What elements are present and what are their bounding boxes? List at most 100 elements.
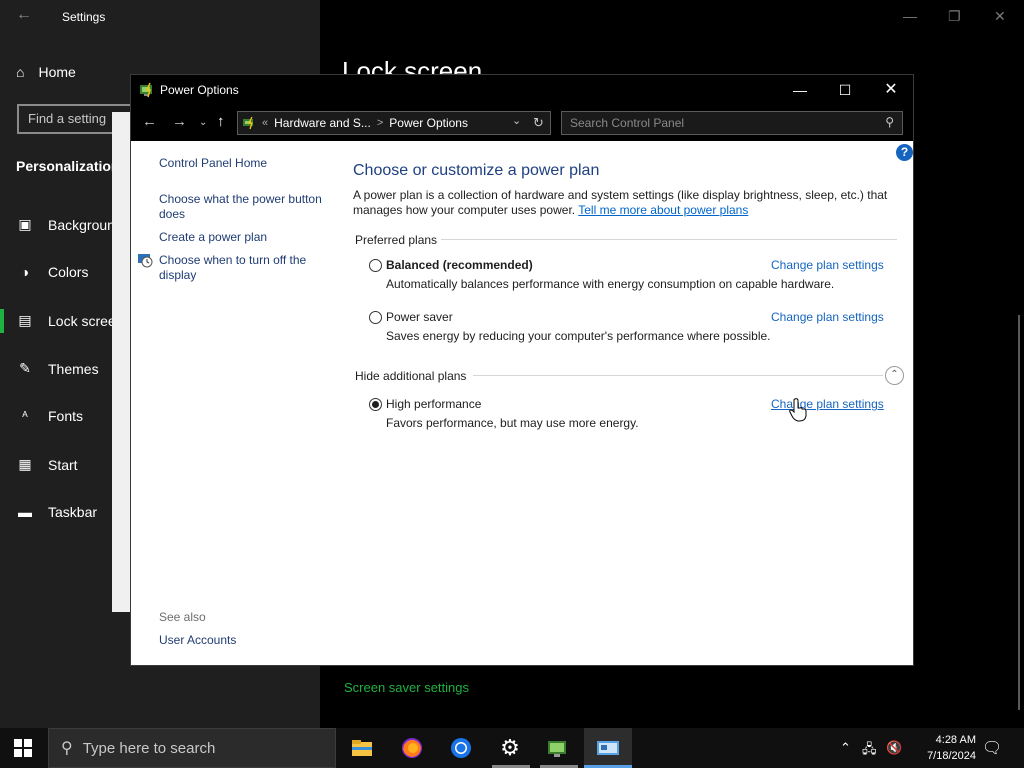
high-performance-plan-name[interactable]: High performance (386, 397, 481, 411)
page-description: A power plan is a collection of hardware… (353, 188, 893, 218)
close-icon[interactable]: ✕ (868, 79, 914, 101)
sidebar-item-start[interactable]: ▦ Start (16, 456, 78, 473)
fonts-icon: ᴬ (22, 409, 28, 423)
sidebar-item-label: Taskbar (48, 504, 98, 520)
network-icon[interactable]: 🖧 (862, 740, 877, 762)
sidebar-item-background[interactable]: ▣ Background (16, 216, 122, 233)
page-heading: Choose or customize a power plan (353, 162, 600, 179)
breadcrumb-overflow[interactable]: « (262, 117, 268, 129)
recent-dropdown-icon[interactable]: ⌄ (199, 117, 207, 128)
taskbar-search-placeholder: Type here to search (82, 739, 216, 757)
chrome-icon[interactable] (449, 736, 473, 760)
clock-date: 7/18/2024 (927, 750, 976, 762)
active-indicator (0, 309, 4, 333)
high-performance-plan-description: Favors performance, but may use more ene… (386, 416, 639, 430)
search-input[interactable]: Search Control Panel ⚲ (561, 111, 903, 135)
themes-icon: ✎ (19, 360, 31, 376)
control-panel-icon[interactable] (546, 736, 570, 760)
preferred-plans-label: Preferred plans (355, 233, 438, 247)
window-title: Power Options (160, 83, 239, 97)
display-timer-icon (138, 254, 153, 268)
power-saver-radio[interactable] (369, 311, 382, 324)
control-panel-home-link[interactable]: Control Panel Home (159, 156, 267, 170)
file-explorer-icon[interactable] (350, 736, 374, 760)
screen-saver-link[interactable]: Screen saver settings (344, 680, 469, 695)
close-icon[interactable]: ✕ (994, 8, 1006, 25)
maximize-icon[interactable]: ☐ (822, 79, 868, 101)
image-icon: ▣ (18, 216, 32, 232)
power-saver-plan-name[interactable]: Power saver (386, 310, 453, 324)
back-arrow-icon[interactable]: ← (142, 113, 157, 130)
hide-additional-plans-label[interactable]: Hide additional plans (355, 369, 466, 383)
address-bar[interactable]: « Hardware and S... > Power Options ⌄ ↻ (237, 111, 551, 135)
notification-icon[interactable]: 🗨 (982, 738, 1002, 758)
sidebar-item-label: Start (48, 456, 78, 473)
sidebar-item-taskbar[interactable]: ▬ Taskbar (16, 504, 97, 520)
category-heading: Personalization (16, 158, 120, 174)
help-icon[interactable]: ? (896, 144, 913, 161)
settings-title: Settings (62, 10, 106, 24)
clock-time: 4:28 AM (935, 734, 976, 746)
power-options-icon[interactable] (596, 736, 620, 760)
chevron-up-icon[interactable]: ⌃ (840, 740, 851, 756)
scrollbar[interactable] (1018, 315, 1020, 710)
sidebar-item-fonts[interactable]: ᴬ Fonts (16, 408, 83, 424)
taskbar: ⚲ Type here to search ⚙ ⌃ 🖧 🔇 4:28 AM 7/… (0, 728, 1024, 768)
windows-start-icon[interactable] (14, 739, 32, 757)
power-options-icon (140, 82, 152, 98)
chevron-down-icon[interactable]: ⌄ (512, 114, 521, 127)
settings-home-item[interactable]: ⌂ Home (16, 64, 76, 80)
user-accounts-link[interactable]: User Accounts (159, 633, 236, 647)
sidebar-item-label: Fonts (48, 408, 84, 424)
balanced-radio[interactable] (369, 259, 382, 272)
create-plan-link[interactable]: Create a power plan (159, 230, 267, 244)
balanced-plan-description: Automatically balances performance with … (386, 277, 835, 291)
sidebar-item-lock-screen[interactable]: ▤ Lock screen (16, 312, 123, 329)
high-performance-radio[interactable] (369, 398, 382, 411)
refresh-icon[interactable]: ↻ (533, 115, 544, 131)
control-panel-icon (243, 116, 253, 130)
hand-cursor-icon (789, 398, 807, 422)
lock-screen-icon: ▤ (18, 312, 32, 328)
breadcrumb-separator[interactable]: > (377, 117, 383, 129)
sidebar-item-themes[interactable]: ✎ Themes (16, 360, 99, 377)
display-off-link[interactable]: Choose when to turn off the display (159, 253, 329, 283)
firefox-icon[interactable] (400, 736, 424, 760)
taskbar-icon: ▬ (18, 504, 32, 520)
learn-more-link[interactable]: Tell me more about power plans (578, 203, 748, 217)
navigation-bar: ← → ⌄ ↑ « Hardware and S... > Power Opti… (131, 105, 913, 141)
start-icon: ▦ (18, 456, 32, 472)
system-clock[interactable]: 4:28 AM 7/18/2024 (900, 732, 976, 764)
power-saver-plan-description: Saves energy by reducing your computer's… (386, 329, 771, 343)
background-window-edge (112, 112, 130, 612)
balanced-plan-name[interactable]: Balanced (recommended) (386, 258, 533, 272)
minimize-icon[interactable]: — (903, 8, 917, 24)
search-icon: ⚲ (61, 740, 73, 757)
forward-arrow-icon[interactable]: → (172, 113, 187, 130)
divider (473, 375, 883, 376)
breadcrumb-power-options[interactable]: Power Options (389, 116, 468, 130)
balanced-change-settings-link[interactable]: Change plan settings (771, 258, 884, 272)
breadcrumb-hardware[interactable]: Hardware and S... (274, 116, 371, 130)
power-options-window: Power Options — ☐ ✕ ← → ⌄ ↑ « Hardware a… (130, 74, 914, 666)
back-arrow-icon[interactable]: ← (16, 6, 32, 24)
restore-icon[interactable]: ❐ (948, 8, 961, 25)
see-also-label: See also (159, 610, 206, 624)
settings-gear-icon[interactable]: ⚙ (498, 735, 522, 760)
up-arrow-icon[interactable]: ↑ (217, 113, 225, 130)
window-title-bar[interactable]: Power Options — ☐ ✕ (131, 75, 913, 105)
home-label: Home (38, 64, 76, 80)
chevron-up-icon[interactable]: ⌃ (885, 366, 904, 385)
sidebar-item-label: Themes (48, 360, 99, 377)
taskbar-search-box[interactable]: ⚲ Type here to search (48, 728, 336, 768)
sidebar-item-label: Colors (48, 264, 89, 280)
minimize-icon[interactable]: — (777, 79, 823, 101)
high-performance-change-settings-link[interactable]: Change plan settings (771, 397, 884, 411)
search-icon[interactable]: ⚲ (885, 115, 894, 129)
power-button-link[interactable]: Choose what the power button does (159, 192, 339, 222)
power-saver-change-settings-link[interactable]: Change plan settings (771, 310, 884, 324)
sidebar-item-colors[interactable]: ◑ Colors (16, 264, 89, 280)
search-placeholder: Search Control Panel (570, 116, 685, 130)
home-icon: ⌂ (16, 64, 25, 80)
divider (441, 239, 897, 240)
